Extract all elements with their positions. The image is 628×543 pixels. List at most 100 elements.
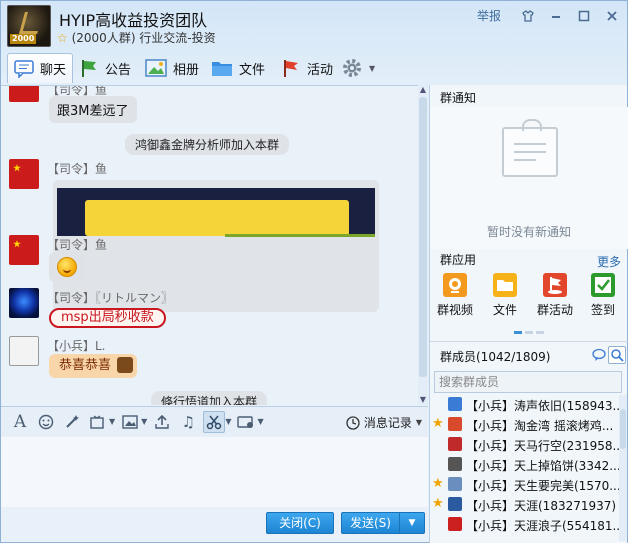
checkmark-icon — [591, 273, 615, 297]
emoji-icon[interactable] — [35, 411, 57, 433]
music-icon[interactable]: ♫ — [177, 411, 199, 433]
group-avatar[interactable]: 2000 — [7, 5, 51, 47]
member-item[interactable]: ★ 【小兵】天涯(183271937) — [430, 495, 620, 515]
chevron-down-icon[interactable]: ▼ — [141, 417, 147, 426]
app-label: 文件 — [492, 303, 517, 317]
font-icon[interactable]: A — [9, 411, 31, 433]
clock-icon — [346, 415, 360, 430]
smile-emoji-icon — [57, 257, 77, 277]
message-sender: 【司令】鱼 — [47, 162, 108, 176]
notice-section-title: 群通知 — [440, 91, 477, 105]
clipboard-line — [514, 159, 536, 161]
chat-message-area[interactable]: 【司令】鱼 跟3M差远了 鸿御鑫金牌分析师加入本群 【司令】鱼 【司令】鱼 【司… — [1, 85, 428, 405]
scroll-up-icon[interactable]: ▲ — [418, 85, 428, 95]
member-item[interactable]: ★ 【小兵】天生要完美(1570... — [430, 475, 620, 495]
system-join-notice: 倏行悟道加入本群 — [151, 391, 268, 405]
message-bubble — [49, 252, 85, 282]
member-scrollbar-thumb[interactable] — [620, 409, 626, 449]
shake-window-icon[interactable] — [87, 411, 109, 433]
send-options-button[interactable]: ▼ — [399, 512, 425, 534]
apps-page-indicator[interactable] — [514, 331, 544, 334]
tab-files-label: 文件 — [239, 62, 266, 78]
member-search-input[interactable]: 搜索群成员 — [434, 371, 622, 393]
app-files[interactable]: 文件 — [482, 273, 528, 318]
activity-flag-icon — [543, 273, 567, 297]
chat-scrollbar[interactable]: ▲ ▼ — [418, 85, 428, 405]
member-name: 【小兵】天涯浪子(554181... — [466, 519, 620, 533]
member-name: 【小兵】天上掉馅饼(3342... — [466, 459, 620, 473]
member-item[interactable]: 【小兵】天涯浪子(554181... — [430, 515, 620, 535]
star-icon: ★ — [432, 496, 444, 511]
minimize-icon[interactable] — [549, 9, 563, 23]
chat-scrollbar-thumb[interactable] — [419, 97, 427, 377]
group-apps: 群视频 文件 群活动 签到 — [430, 273, 628, 337]
image-icon[interactable] — [119, 411, 141, 433]
sender-avatar[interactable] — [9, 159, 39, 189]
system-join-notice: 鸿御鑫金牌分析师加入本群 — [125, 134, 290, 155]
magic-wand-icon[interactable] — [61, 411, 83, 433]
page-dot[interactable] — [525, 331, 533, 334]
star-icon: ★ — [432, 416, 444, 431]
message-styled-text: msp出局秒收款 — [49, 308, 166, 328]
flag-icon — [82, 60, 96, 77]
tab-announcement[interactable]: 公告 — [73, 53, 137, 83]
tab-files[interactable]: 文件 — [205, 53, 271, 83]
screenshot-scissors-icon[interactable] — [203, 410, 226, 433]
member-name: 【小兵】天涯(183271937) — [466, 499, 617, 513]
upload-icon[interactable] — [151, 411, 173, 433]
more-apps-link[interactable]: 更多 — [597, 253, 621, 270]
chevron-down-icon[interactable]: ▼ — [257, 417, 263, 426]
member-item[interactable]: 【小兵】涛声依旧(158943... — [430, 395, 620, 415]
tab-activity[interactable]: 活动 — [275, 53, 339, 83]
clipboard-line — [514, 143, 546, 145]
chat-icon — [14, 59, 34, 78]
folder-icon — [212, 62, 232, 76]
member-list-scrollbar[interactable] — [619, 395, 627, 541]
send-button[interactable]: 发送(S) — [341, 512, 399, 534]
report-link[interactable]: 举报 — [477, 7, 501, 24]
apps-section-title: 群应用 — [440, 253, 477, 267]
chevron-down-icon[interactable]: ▼ — [225, 417, 231, 426]
activity-flag-icon — [284, 60, 298, 77]
close-icon[interactable] — [605, 9, 619, 23]
message-history-button[interactable]: 消息记录 ▼ — [346, 414, 422, 431]
group-subtitle-text: (2000人群) 行业交流-投资 — [71, 31, 216, 45]
scroll-down-icon[interactable]: ▼ — [418, 395, 428, 405]
clipboard-icon — [502, 119, 558, 177]
message-bubble: 跟3M差远了 — [49, 96, 137, 123]
member-item[interactable]: 【小兵】天马行空(231958... — [430, 435, 620, 455]
sticker-icon — [117, 357, 134, 373]
close-button[interactable]: 关闭(C) — [266, 512, 334, 534]
member-item[interactable]: 【小兵】天上掉馅饼(3342... — [430, 455, 620, 475]
sender-avatar[interactable] — [9, 235, 39, 265]
tab-settings-menu[interactable]: ▼ — [335, 53, 381, 83]
app-group-activity[interactable]: 群活动 — [532, 273, 578, 318]
message-styled-text-label: 恭喜恭喜 — [59, 358, 112, 373]
speech-bubble-icon[interactable] — [592, 348, 606, 365]
member-name: 【小兵】淘金湾 摇滚烤鸡... — [466, 419, 614, 433]
group-size-badge: 2000 — [10, 34, 37, 44]
app-group-video[interactable]: 群视频 — [432, 273, 478, 318]
members-header: 群成员(1042/1809) — [430, 341, 628, 369]
skin-icon[interactable] — [521, 9, 535, 23]
chevron-down-icon[interactable]: ▼ — [109, 417, 115, 426]
member-item[interactable]: ★ 【小兵】淘金湾 摇滚烤鸡... — [430, 415, 620, 435]
message-sender: 【司令】鱼 — [47, 238, 108, 252]
search-icon[interactable] — [608, 346, 626, 364]
tab-chat[interactable]: 聊天 — [7, 53, 74, 83]
sender-avatar[interactable] — [9, 288, 39, 318]
sender-avatar[interactable] — [9, 336, 39, 366]
tab-album[interactable]: 相册 — [139, 53, 205, 83]
app-label: 群活动 — [536, 303, 573, 317]
app-check-in[interactable]: 签到 — [580, 273, 626, 318]
member-list[interactable]: 【小兵】涛声依旧(158943... ★ 【小兵】淘金湾 摇滚烤鸡... 【小兵… — [430, 395, 620, 543]
page-dot[interactable] — [536, 331, 544, 334]
page-dot[interactable] — [514, 331, 522, 334]
maximize-icon[interactable] — [577, 9, 591, 23]
member-avatar — [448, 457, 462, 471]
video-camera-icon — [443, 273, 467, 297]
sender-avatar[interactable] — [9, 86, 39, 102]
qq-group-chat-window: 2000 HYIP高收益投资团队 ☆ (2000人群) 行业交流-投资 举报 聊… — [0, 0, 628, 543]
red-packet-icon[interactable] — [235, 411, 257, 433]
message-input[interactable] — [1, 437, 428, 507]
